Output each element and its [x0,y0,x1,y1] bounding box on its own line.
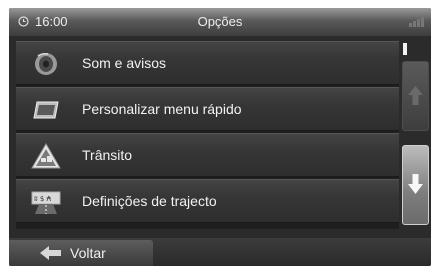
svg-text:ʬ $ ₳: ʬ $ ₳ [34,195,52,203]
traffic-warning-icon [31,143,61,169]
bottom-bar: Voltar [9,238,431,266]
menu-item-route-settings[interactable]: ʬ $ ₳ Definições de trajecto [16,179,399,223]
page-title: Opções [197,14,243,29]
menu-item-traffic[interactable]: Trânsito [16,133,399,177]
scroll-thumb[interactable] [403,43,407,55]
options-screen: 16:00 Opções Som e avisos Personalizar m [9,8,431,266]
arrow-left-icon [40,246,61,260]
scroll-up-button[interactable] [402,61,429,131]
route-settings-icon: ʬ $ ₳ [31,191,61,214]
back-button[interactable]: Voltar [9,240,153,266]
back-label: Voltar [70,245,106,261]
options-list: Som e avisos Personalizar menu rápido Tr… [16,41,399,229]
menu-item-customize-quick-menu[interactable]: Personalizar menu rápido [16,87,399,131]
status-bar: 16:00 Opções [9,8,431,36]
quick-menu-icon [33,101,59,119]
arrow-up-icon [408,86,423,105]
menu-item-label: Som e avisos [82,55,167,71]
scroll-down-button[interactable] [402,145,429,225]
menu-item-label: Definições de trajecto [82,193,217,209]
menu-item-sound-warnings[interactable]: Som e avisos [16,41,399,85]
arrow-down-icon [408,174,423,194]
speaker-icon [35,53,57,75]
menu-item-label: Trânsito [82,147,133,163]
scrollbar[interactable] [402,41,429,229]
menu-item-label: Personalizar menu rápido [82,101,242,117]
